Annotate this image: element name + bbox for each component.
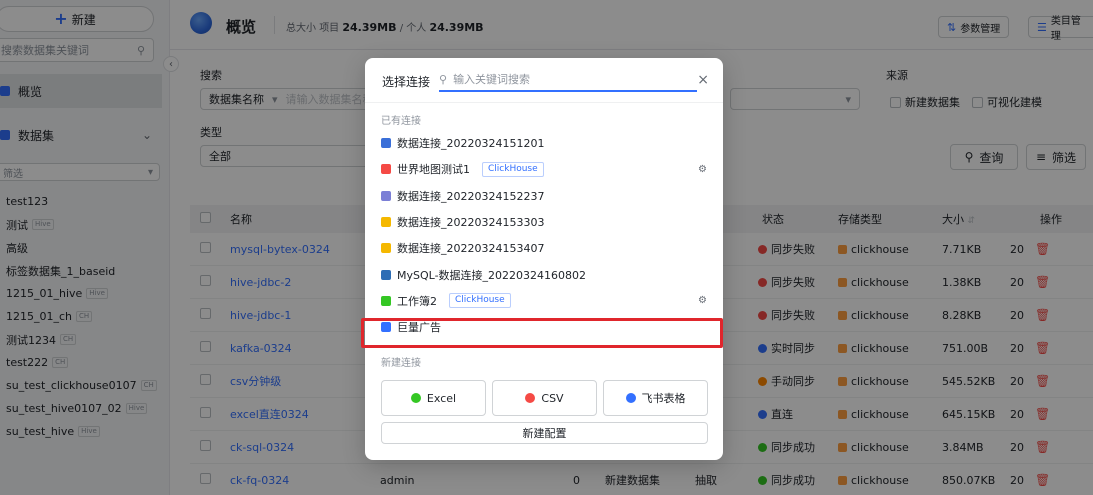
db-icon <box>381 138 391 148</box>
existing-connections-label: 已有连接 <box>381 116 421 127</box>
modal-title: 选择连接 <box>382 75 431 89</box>
csv-icon <box>525 393 536 403</box>
connection-item[interactable]: 数据连接_20220324151201 <box>365 130 723 156</box>
connection-label: MySQL-数据连接_20220324160802 <box>397 268 587 282</box>
kafka-icon <box>381 190 391 201</box>
connection-label: 数据连接_20220324151201 <box>397 137 545 150</box>
connection-badge: ClickHouse <box>449 293 511 309</box>
excel-icon <box>410 393 421 403</box>
connection-label: 数据连接_20220324153303 <box>397 215 545 229</box>
connection-item[interactable]: MySQL-数据连接_20220324160802 <box>365 262 723 288</box>
gear-icon[interactable]: ⚙ <box>698 295 707 306</box>
search-icon: ⚲ <box>439 72 448 86</box>
gear-icon[interactable]: ⚙ <box>698 164 707 175</box>
mysql-icon <box>381 269 391 280</box>
new-option-label: 飞书表格 <box>641 392 686 405</box>
modal-search-placeholder: 输入关键词搜索 <box>453 73 531 86</box>
connection-label: 数据连接_20220324152237 <box>397 189 545 203</box>
connection-label: 世界地图测试1 <box>397 163 470 177</box>
feishu-icon <box>625 393 636 403</box>
connection-item[interactable]: 世界地图测试1 ClickHouse ⚙ <box>365 156 723 182</box>
connection-label: 工作簿2 <box>397 294 437 308</box>
connection-item[interactable]: 数据连接_20220324152237 <box>365 183 723 209</box>
map-icon <box>381 164 391 175</box>
highlight-box <box>361 318 723 348</box>
connection-item[interactable]: 工作簿2 ClickHouse ⚙ <box>365 288 723 314</box>
connection-item[interactable]: 数据连接_20220324153407 <box>365 235 723 261</box>
divider <box>365 102 723 103</box>
workbook-icon <box>381 295 391 306</box>
new-csv-button[interactable]: CSV <box>492 380 597 416</box>
connection-label: 数据连接_20220324153407 <box>397 242 545 256</box>
excel-icon <box>381 243 391 254</box>
modal-search-input[interactable]: ⚲ 输入关键词搜索 <box>439 68 697 92</box>
new-option-label: CSV <box>541 391 564 405</box>
close-icon[interactable]: × <box>697 72 709 88</box>
new-excel-button[interactable]: Excel <box>381 380 486 416</box>
new-option-label: Excel <box>426 391 457 405</box>
new-config-label: 新建配置 <box>522 427 567 440</box>
select-connection-modal: 选择连接 ⚲ 输入关键词搜索 × 已有连接 数据连接_2022032415120… <box>361 58 723 460</box>
new-feishu-sheet-button[interactable]: 飞书表格 <box>603 380 708 416</box>
connection-item[interactable]: 数据连接_20220324153303 <box>365 209 723 235</box>
new-config-button[interactable]: 新建配置 <box>381 422 708 444</box>
connection-badge: ClickHouse <box>482 161 544 177</box>
new-connection-label: 新建连接 <box>381 358 421 369</box>
excel-icon <box>381 216 391 227</box>
